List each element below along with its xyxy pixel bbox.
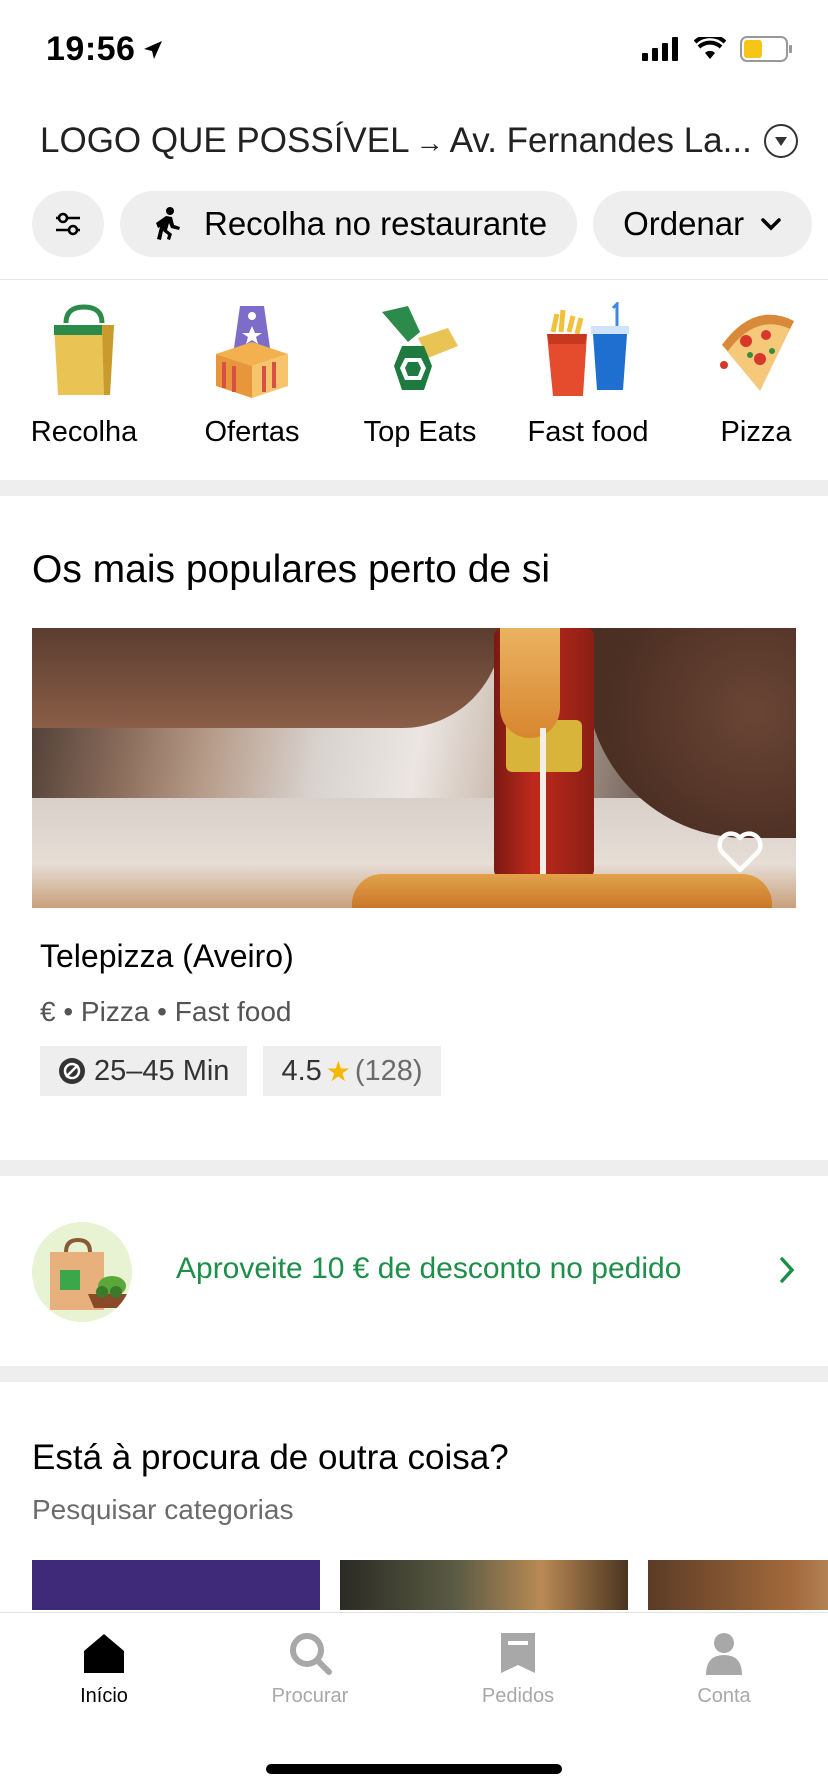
tab-inicio[interactable]: Início xyxy=(34,1631,174,1708)
category-label: Recolha xyxy=(30,416,138,448)
time-text: 19:56 xyxy=(46,30,136,68)
restaurant-meta: € • Pizza • Fast food xyxy=(40,996,292,1027)
home-indicator xyxy=(266,1764,562,1774)
tab-pedidos[interactable]: Pedidos xyxy=(448,1631,588,1708)
category-label: Fast food xyxy=(527,416,649,448)
category-recolha[interactable]: Recolha xyxy=(0,300,168,460)
restaurant-info-pills: 25–45 Min 4.5 ★ (128) xyxy=(40,1046,441,1096)
sort-dropdown-chip[interactable]: Ordenar xyxy=(593,191,813,257)
location-arrow-icon xyxy=(144,40,163,59)
section-divider xyxy=(0,480,828,496)
offers-icon xyxy=(202,300,302,400)
restaurant-name[interactable]: Telepizza (Aveiro) xyxy=(40,938,294,975)
address-text: LOGO QUE POSSÍVEL → Av. Fernandes La... xyxy=(40,121,752,161)
category-tile[interactable] xyxy=(648,1560,828,1610)
delivery-time-text: 25–45 Min xyxy=(94,1054,230,1087)
no-pickup-icon xyxy=(58,1057,86,1085)
tab-conta[interactable]: Conta xyxy=(654,1631,794,1708)
delivery-address-selector[interactable]: LOGO QUE POSSÍVEL → Av. Fernandes La... xyxy=(40,118,798,164)
rating-value: 4.5 xyxy=(281,1054,322,1087)
category-ofertas[interactable]: Ofertas xyxy=(168,300,336,460)
tab-label: Pedidos xyxy=(481,1685,555,1707)
fast-food-icon xyxy=(538,300,638,400)
category-label: Top Eats xyxy=(363,416,477,448)
tab-label: Procurar xyxy=(271,1685,349,1707)
search-icon xyxy=(290,1633,332,1675)
pickup-bag-icon xyxy=(34,300,134,400)
status-bar: 19:56 xyxy=(0,0,828,100)
delivery-time-label: LOGO QUE POSSÍVEL xyxy=(40,121,410,160)
battery-icon xyxy=(740,36,792,62)
pizza-icon xyxy=(706,300,806,400)
category-tile[interactable] xyxy=(340,1560,628,1610)
divider xyxy=(0,279,828,280)
account-icon xyxy=(706,1633,742,1675)
section-divider xyxy=(0,1160,828,1176)
receipt-icon xyxy=(501,1633,535,1673)
restaurant-card-image[interactable] xyxy=(32,628,796,908)
tab-procurar[interactable]: Procurar xyxy=(240,1631,380,1708)
rating-pill: 4.5 ★ (128) xyxy=(263,1046,441,1096)
category-fast-food[interactable]: Fast food xyxy=(504,300,672,460)
address-arrow: → xyxy=(415,127,444,158)
dropdown-circle-icon[interactable] xyxy=(764,124,798,158)
wifi-icon xyxy=(694,37,726,59)
sort-label: Ordenar xyxy=(623,205,745,242)
walking-person-icon xyxy=(150,206,186,242)
chevron-down-icon xyxy=(760,217,782,231)
sliders-icon xyxy=(56,212,80,236)
section-title: Os mais populares perto de si xyxy=(32,548,551,591)
chevron-right-icon xyxy=(780,1257,795,1283)
category-label: Ofertas xyxy=(204,416,300,448)
category-pizza[interactable]: Pizza xyxy=(672,300,828,460)
category-carousel: Recolha Ofertas Top Eats Fast food Pizza xyxy=(0,300,828,460)
category-top-eats[interactable]: Top Eats xyxy=(336,300,504,460)
category-tiles xyxy=(32,1560,828,1610)
section-divider xyxy=(0,1366,828,1382)
rating-count: (128) xyxy=(354,1054,423,1087)
category-tile[interactable] xyxy=(32,1560,320,1610)
home-icon xyxy=(84,1634,124,1673)
status-time: 19:56 xyxy=(46,30,165,69)
filters-button[interactable] xyxy=(32,191,104,257)
category-label: Pizza xyxy=(720,416,792,448)
promo-text: Aproveite 10 € de desconto no pedido xyxy=(176,1252,682,1285)
star-icon: ★ xyxy=(325,1055,351,1087)
pickup-filter-label: Recolha no restaurante xyxy=(204,205,548,242)
shopping-bag-icon xyxy=(32,1222,132,1322)
delivery-time-pill: 25–45 Min xyxy=(40,1046,248,1096)
favorite-heart-icon[interactable] xyxy=(716,830,764,874)
lookfor-subtitle: Pesquisar categorias xyxy=(32,1494,294,1525)
top-eats-icon xyxy=(370,300,470,400)
lookfor-title: Está à procura de outra coisa? xyxy=(32,1438,509,1477)
cellular-signal-icon xyxy=(642,37,678,61)
pickup-filter-chip[interactable]: Recolha no restaurante xyxy=(120,191,578,257)
delivery-destination: Av. Fernandes La... xyxy=(449,121,752,160)
status-icons xyxy=(642,36,794,62)
promo-banner[interactable]: Aproveite 10 € de desconto no pedido xyxy=(0,1176,828,1366)
filter-chips: Recolha no restaurante Ordenar xyxy=(32,191,828,257)
tab-label: Conta xyxy=(697,1685,751,1707)
tab-label: Início xyxy=(80,1685,128,1707)
